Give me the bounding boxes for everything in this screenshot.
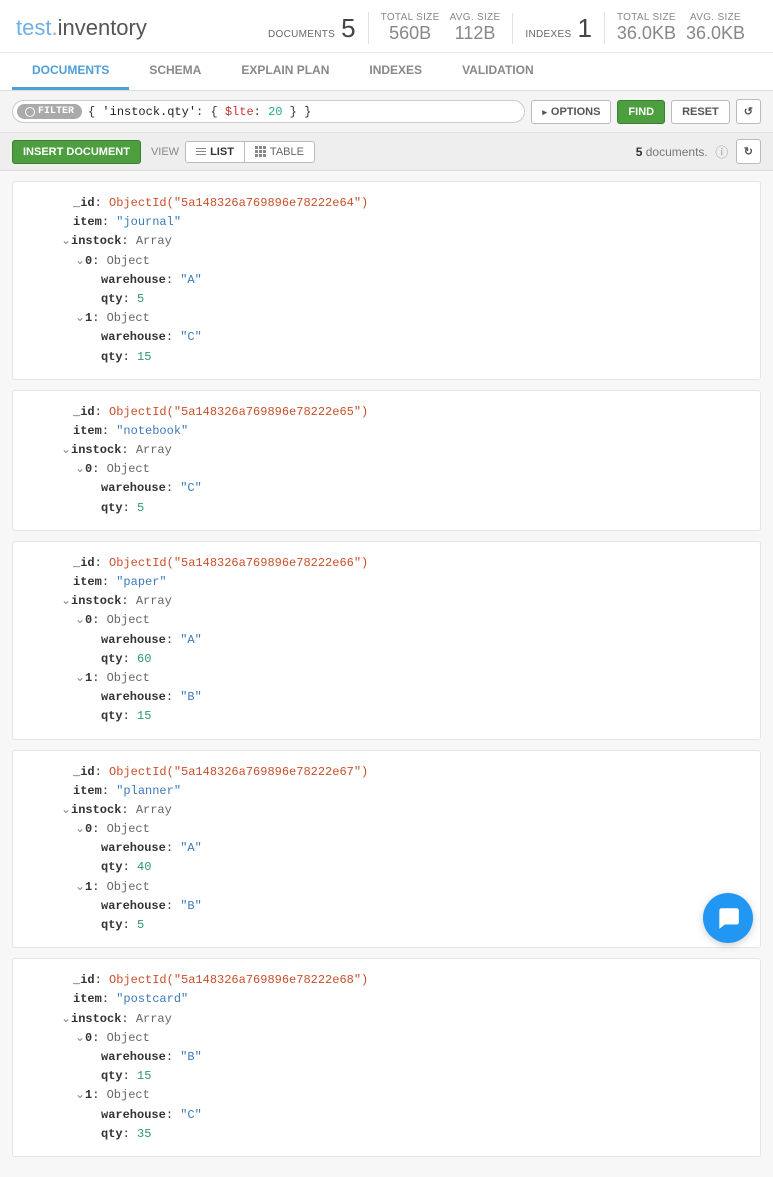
document-card[interactable]: _id: ObjectId("5a148326a769896e78222e66"… bbox=[12, 541, 761, 740]
filter-chip: FILTER bbox=[17, 104, 82, 119]
insert-document-button[interactable]: INSERT DOCUMENT bbox=[12, 140, 141, 164]
idx-avg-size: 36.0KB bbox=[686, 23, 745, 44]
info-icon[interactable]: ⓘ bbox=[714, 144, 730, 160]
document-card[interactable]: _id: ObjectId("5a148326a769896e78222e65"… bbox=[12, 390, 761, 531]
documents-label: DOCUMENTS bbox=[268, 29, 335, 40]
idx-total-size: 36.0KB bbox=[617, 23, 676, 44]
view-list-button[interactable]: LIST bbox=[186, 142, 245, 162]
docs-avg-size: 112B bbox=[450, 23, 501, 44]
filter-input[interactable]: FILTER { 'instock.qty': { $lte: 20 } } bbox=[12, 100, 525, 123]
indexes-count: 1 bbox=[577, 13, 591, 44]
view-table-button[interactable]: TABLE bbox=[245, 142, 314, 162]
query-bar: FILTER { 'instock.qty': { $lte: 20 } } O… bbox=[0, 91, 773, 133]
collection-stats: DOCUMENTS 5 TOTAL SIZE560B AVG. SIZE112B… bbox=[256, 12, 757, 44]
document-count: 5 documents. bbox=[636, 145, 708, 159]
collection-name: inventory bbox=[58, 15, 147, 40]
chat-icon bbox=[715, 905, 741, 931]
tab-validation[interactable]: VALIDATION bbox=[442, 53, 554, 90]
table-icon bbox=[255, 146, 266, 157]
options-button[interactable]: OPTIONS bbox=[531, 100, 611, 124]
view-label: VIEW bbox=[151, 146, 179, 158]
find-button[interactable]: FIND bbox=[617, 100, 665, 124]
collection-header: test.inventory DOCUMENTS 5 TOTAL SIZE560… bbox=[0, 0, 773, 53]
document-list: _id: ObjectId("5a148326a769896e78222e64"… bbox=[0, 171, 773, 1177]
history-button[interactable]: ↺ bbox=[736, 99, 761, 124]
refresh-button[interactable]: ↻ bbox=[736, 139, 761, 164]
reset-button[interactable]: RESET bbox=[671, 100, 730, 124]
filter-text: { 'instock.qty': { $lte: 20 } } bbox=[82, 105, 317, 119]
tab-documents[interactable]: DOCUMENTS bbox=[12, 53, 129, 90]
document-card[interactable]: _id: ObjectId("5a148326a769896e78222e64"… bbox=[12, 181, 761, 380]
view-toggle: LIST TABLE bbox=[185, 141, 315, 163]
list-icon bbox=[196, 148, 206, 156]
refresh-icon: ↻ bbox=[744, 146, 753, 158]
tab-indexes[interactable]: INDEXES bbox=[349, 53, 442, 90]
database-name: test bbox=[16, 15, 51, 40]
history-icon: ↺ bbox=[744, 106, 753, 118]
documents-toolbar: INSERT DOCUMENT VIEW LIST TABLE 5 docume… bbox=[0, 133, 773, 171]
document-card[interactable]: _id: ObjectId("5a148326a769896e78222e67"… bbox=[12, 750, 761, 949]
documents-count: 5 bbox=[341, 13, 355, 44]
tab-explain-plan[interactable]: EXPLAIN PLAN bbox=[221, 53, 349, 90]
intercom-button[interactable] bbox=[703, 893, 753, 943]
document-card[interactable]: _id: ObjectId("5a148326a769896e78222e68"… bbox=[12, 958, 761, 1157]
collection-tabs: DOCUMENTS SCHEMA EXPLAIN PLAN INDEXES VA… bbox=[0, 53, 773, 91]
indexes-label: INDEXES bbox=[525, 29, 571, 40]
namespace: test.inventory bbox=[16, 15, 256, 41]
tab-schema[interactable]: SCHEMA bbox=[129, 53, 221, 90]
docs-total-size: 560B bbox=[381, 23, 440, 44]
